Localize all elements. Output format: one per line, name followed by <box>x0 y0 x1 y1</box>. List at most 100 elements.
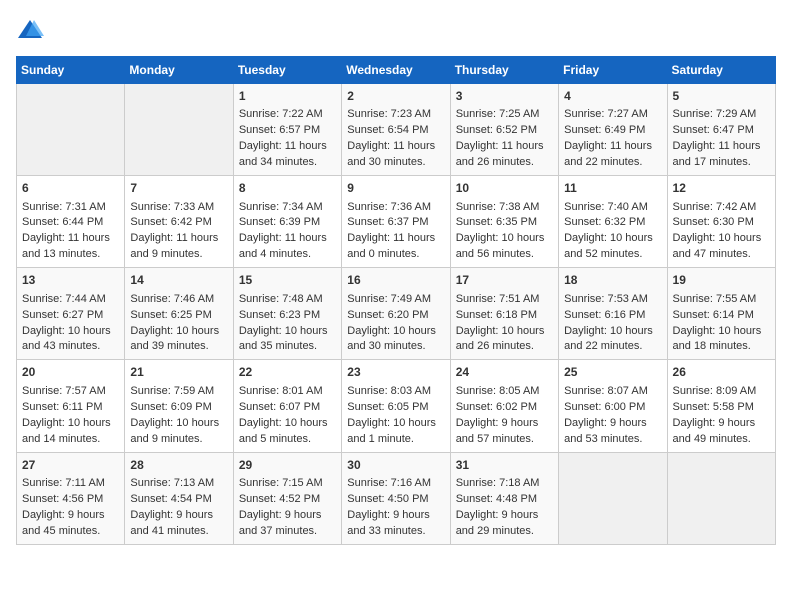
day-number: 13 <box>22 272 119 289</box>
day-number: 3 <box>456 88 553 105</box>
daylight-text: Daylight: 9 hours and 33 minutes. <box>347 508 444 540</box>
sunset-text: Sunset: 6:42 PM <box>130 215 227 231</box>
page-header <box>16 16 776 44</box>
sunset-text: Sunset: 6:20 PM <box>347 308 444 324</box>
calendar-day-cell: 12Sunrise: 7:42 AMSunset: 6:30 PMDayligh… <box>667 176 775 268</box>
sunrise-text: Sunrise: 7:23 AM <box>347 107 444 123</box>
day-number: 21 <box>130 364 227 381</box>
calendar-week-row: 20Sunrise: 7:57 AMSunset: 6:11 PMDayligh… <box>17 360 776 452</box>
daylight-text: Daylight: 11 hours and 0 minutes. <box>347 231 444 263</box>
daylight-text: Daylight: 10 hours and 14 minutes. <box>22 416 119 448</box>
calendar-day-cell: 21Sunrise: 7:59 AMSunset: 6:09 PMDayligh… <box>125 360 233 452</box>
calendar-body: 1Sunrise: 7:22 AMSunset: 6:57 PMDaylight… <box>17 84 776 545</box>
sunset-text: Sunset: 5:58 PM <box>673 400 770 416</box>
calendar-day-cell: 16Sunrise: 7:49 AMSunset: 6:20 PMDayligh… <box>342 268 450 360</box>
calendar-day-cell: 22Sunrise: 8:01 AMSunset: 6:07 PMDayligh… <box>233 360 341 452</box>
calendar-day-cell: 18Sunrise: 7:53 AMSunset: 6:16 PMDayligh… <box>559 268 667 360</box>
daylight-text: Daylight: 11 hours and 30 minutes. <box>347 139 444 171</box>
sunrise-text: Sunrise: 7:42 AM <box>673 200 770 216</box>
sunrise-text: Sunrise: 7:25 AM <box>456 107 553 123</box>
day-number: 26 <box>673 364 770 381</box>
day-number: 2 <box>347 88 444 105</box>
sunrise-text: Sunrise: 7:22 AM <box>239 107 336 123</box>
daylight-text: Daylight: 9 hours and 49 minutes. <box>673 416 770 448</box>
sunrise-text: Sunrise: 7:38 AM <box>456 200 553 216</box>
sunrise-text: Sunrise: 7:11 AM <box>22 476 119 492</box>
calendar-table: SundayMondayTuesdayWednesdayThursdayFrid… <box>16 56 776 545</box>
daylight-text: Daylight: 10 hours and 18 minutes. <box>673 324 770 356</box>
day-number: 18 <box>564 272 661 289</box>
daylight-text: Daylight: 10 hours and 22 minutes. <box>564 324 661 356</box>
sunset-text: Sunset: 6:00 PM <box>564 400 661 416</box>
day-number: 14 <box>130 272 227 289</box>
day-number: 16 <box>347 272 444 289</box>
day-number: 17 <box>456 272 553 289</box>
day-number: 23 <box>347 364 444 381</box>
day-number: 20 <box>22 364 119 381</box>
calendar-day-cell: 20 Sunrise: 7:57 AMSunset: 6:11 PMDayligh… <box>17 360 125 452</box>
sunrise-text: Sunrise: 8:09 AM <box>673 384 770 400</box>
daylight-text: Daylight: 10 hours and 52 minutes. <box>564 231 661 263</box>
daylight-text: Daylight: 10 hours and 43 minutes. <box>22 324 119 356</box>
sunrise-text: Sunrise: 7:44 AM <box>22 292 119 308</box>
calendar-day-cell: 30Sunrise: 7:16 AMSunset: 4:50 PMDayligh… <box>342 452 450 544</box>
weekday-header-cell: Saturday <box>667 57 775 84</box>
weekday-header-cell: Sunday <box>17 57 125 84</box>
daylight-text: Daylight: 11 hours and 26 minutes. <box>456 139 553 171</box>
sunset-text: Sunset: 4:48 PM <box>456 492 553 508</box>
sunset-text: Sunset: 6:09 PM <box>130 400 227 416</box>
sunset-text: Sunset: 6:52 PM <box>456 123 553 139</box>
sunrise-text: Sunrise: 7:57 AM <box>22 384 119 400</box>
sunrise-text: Sunrise: 8:01 AM <box>239 384 336 400</box>
calendar-week-row: 6Sunrise: 7:31 AMSunset: 6:44 PMDaylight… <box>17 176 776 268</box>
sunrise-text: Sunrise: 7:33 AM <box>130 200 227 216</box>
daylight-text: Daylight: 9 hours and 57 minutes. <box>456 416 553 448</box>
daylight-text: Daylight: 10 hours and 26 minutes. <box>456 324 553 356</box>
sunset-text: Sunset: 4:54 PM <box>130 492 227 508</box>
calendar-day-cell: 13Sunrise: 7:44 AMSunset: 6:27 PMDayligh… <box>17 268 125 360</box>
daylight-text: Daylight: 11 hours and 22 minutes. <box>564 139 661 171</box>
daylight-text: Daylight: 10 hours and 39 minutes. <box>130 324 227 356</box>
daylight-text: Daylight: 10 hours and 5 minutes. <box>239 416 336 448</box>
sunset-text: Sunset: 6:37 PM <box>347 215 444 231</box>
daylight-text: Daylight: 9 hours and 29 minutes. <box>456 508 553 540</box>
sunset-text: Sunset: 6:18 PM <box>456 308 553 324</box>
calendar-day-cell: 26 Sunrise: 8:09 AMSunset: 5:58 PMDayligh… <box>667 360 775 452</box>
calendar-day-cell <box>559 452 667 544</box>
day-number: 12 <box>673 180 770 197</box>
daylight-text: Daylight: 11 hours and 9 minutes. <box>130 231 227 263</box>
weekday-header-cell: Wednesday <box>342 57 450 84</box>
sunrise-text: Sunrise: 8:07 AM <box>564 384 661 400</box>
sunset-text: Sunset: 4:50 PM <box>347 492 444 508</box>
sunset-text: Sunset: 6:49 PM <box>564 123 661 139</box>
sunset-text: Sunset: 6:57 PM <box>239 123 336 139</box>
sunset-text: Sunset: 6:11 PM <box>22 400 119 416</box>
calendar-day-cell: 15Sunrise: 7:48 AMSunset: 6:23 PMDayligh… <box>233 268 341 360</box>
sunrise-text: Sunrise: 8:03 AM <box>347 384 444 400</box>
day-number: 6 <box>22 180 119 197</box>
sunrise-text: Sunrise: 7:29 AM <box>673 107 770 123</box>
day-number: 29 <box>239 457 336 474</box>
day-number: 5 <box>673 88 770 105</box>
sunset-text: Sunset: 6:07 PM <box>239 400 336 416</box>
day-number: 28 <box>130 457 227 474</box>
day-number: 9 <box>347 180 444 197</box>
calendar-day-cell: 31Sunrise: 7:18 AMSunset: 4:48 PMDayligh… <box>450 452 558 544</box>
calendar-day-cell: 14Sunrise: 7:46 AMSunset: 6:25 PMDayligh… <box>125 268 233 360</box>
weekday-header-cell: Friday <box>559 57 667 84</box>
weekday-header-cell: Monday <box>125 57 233 84</box>
sunset-text: Sunset: 6:39 PM <box>239 215 336 231</box>
daylight-text: Daylight: 11 hours and 4 minutes. <box>239 231 336 263</box>
sunrise-text: Sunrise: 7:31 AM <box>22 200 119 216</box>
daylight-text: Daylight: 9 hours and 37 minutes. <box>239 508 336 540</box>
calendar-day-cell: 6Sunrise: 7:31 AMSunset: 6:44 PMDaylight… <box>17 176 125 268</box>
sunset-text: Sunset: 4:56 PM <box>22 492 119 508</box>
sunrise-text: Sunrise: 7:49 AM <box>347 292 444 308</box>
weekday-header-cell: Thursday <box>450 57 558 84</box>
daylight-text: Daylight: 11 hours and 13 minutes. <box>22 231 119 263</box>
calendar-week-row: 27Sunrise: 7:11 AMSunset: 4:56 PMDayligh… <box>17 452 776 544</box>
sunrise-text: Sunrise: 8:05 AM <box>456 384 553 400</box>
calendar-day-cell: 27Sunrise: 7:11 AMSunset: 4:56 PMDayligh… <box>17 452 125 544</box>
calendar-day-cell: 5Sunrise: 7:29 AMSunset: 6:47 PMDaylight… <box>667 84 775 176</box>
weekday-header-cell: Tuesday <box>233 57 341 84</box>
